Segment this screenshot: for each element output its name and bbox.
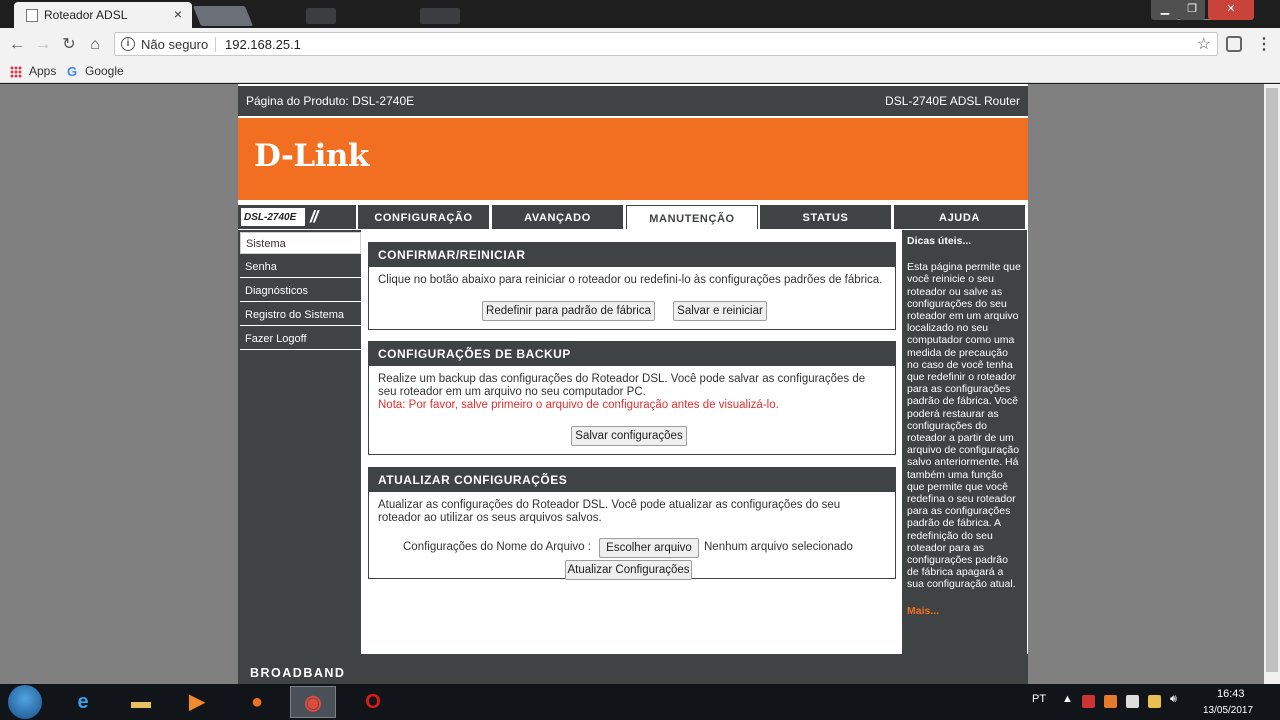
ie-icon[interactable]: e [60, 686, 106, 718]
browser-tab-strip: Roteador ADSL × ▁ ❐ ✕ [0, 0, 1280, 28]
scrollbar-thumb[interactable] [1266, 88, 1278, 672]
update-text: Atualizar as configurações do Roteador D… [378, 499, 841, 524]
file-name-label: Configurações do Nome do Arquivo : [403, 541, 591, 553]
tray-expand-icon[interactable]: ▲ [1062, 693, 1073, 705]
update-section: ATUALIZAR CONFIGURAÇÕES Atualizar as con… [368, 467, 896, 580]
start-button-icon[interactable] [8, 685, 42, 719]
sidebar-item-sistema[interactable]: Sistema [240, 232, 361, 254]
tray-app-icon[interactable] [1126, 695, 1139, 708]
back-arrow-icon[interactable]: ← [6, 34, 28, 56]
no-file-label: Nenhum arquivo selecionado [704, 541, 853, 553]
main-nav: DSL-2740E / / CONFIGURAÇÃO AVANÇADO MANU… [238, 205, 1028, 229]
tray-app-icon[interactable] [1082, 695, 1095, 708]
restore-icon[interactable]: ❐ [1179, 0, 1205, 20]
footer: BROADBAND [238, 654, 1028, 684]
browser-menu-icon[interactable]: ⋮ [1256, 34, 1272, 54]
sidebar-item-registro[interactable]: Registro do Sistema [240, 304, 361, 326]
clock-time[interactable]: 16:43 [1217, 688, 1245, 700]
tray-app-icon[interactable] [1148, 695, 1161, 708]
bookmark-apps[interactable]: Apps [29, 64, 56, 78]
tab-close-icon[interactable]: × [174, 6, 182, 22]
taskbar-thumb-decor [420, 8, 460, 24]
google-icon[interactable]: G [67, 64, 77, 79]
model-tag-label: DSL-2740E [240, 207, 306, 227]
sidebar-item-logoff[interactable]: Fazer Logoff [240, 328, 361, 350]
backup-body: Realize um backup das configurações do R… [369, 366, 895, 419]
browser-toolbar: ← → ↻ ⌂ i Não seguro 192.168.25.1 ☆ ⋮ [0, 28, 1280, 61]
tab-ajuda[interactable]: AJUDA [894, 205, 1025, 229]
backup-section: CONFIGURAÇÕES DE BACKUP Realize um backu… [368, 341, 896, 455]
sidebar-item-diagnosticos[interactable]: Diagnósticos [240, 280, 361, 302]
reboot-section: CONFIRMAR/REINICIAR Clique no botão abai… [368, 242, 896, 330]
update-title: ATUALIZAR CONFIGURAÇÕES [369, 468, 895, 492]
tab-avancado[interactable]: AVANÇADO [492, 205, 623, 229]
url-text[interactable]: 192.168.25.1 [225, 37, 301, 52]
tab-configuracao[interactable]: CONFIGURAÇÃO [358, 205, 489, 229]
brand-banner: D-Link [238, 118, 1028, 200]
address-divider [215, 37, 216, 52]
page-viewport: Página do Produto: DSL-2740E DSL-2740E A… [0, 84, 1280, 684]
bookmarks-bar: Apps G Google [0, 61, 1280, 83]
bookmark-google[interactable]: Google [85, 64, 124, 78]
backup-text: Realize um backup das configurações do R… [378, 373, 866, 398]
chrome-icon[interactable]: ◉ [290, 686, 336, 718]
forward-arrow-icon[interactable]: → [32, 34, 54, 56]
factory-reset-button[interactable]: Redefinir para padrão de fábrica [482, 301, 655, 321]
update-config-button[interactable]: Atualizar Configurações [565, 560, 692, 580]
router-page: Página do Produto: DSL-2740E DSL-2740E A… [238, 84, 1028, 684]
language-indicator[interactable]: PT [1032, 693, 1046, 705]
reboot-text: Clique no botão abaixo para reiniciar o … [378, 274, 883, 286]
vertical-scrollbar[interactable] [1264, 84, 1280, 684]
hints-text: Esta página permite que você reinicie o … [907, 261, 1021, 591]
hints-title: Dicas úteis... [907, 235, 972, 247]
product-name: DSL-2740E ADSL Router [885, 94, 1020, 108]
close-window-icon[interactable]: ✕ [1208, 0, 1254, 20]
dlink-logo: D-Link [254, 138, 369, 174]
address-bar[interactable]: i Não seguro 192.168.25.1 ☆ [114, 32, 1218, 56]
save-reboot-button[interactable]: Salvar e reiniciar [673, 301, 767, 321]
product-page-label: Página do Produto: DSL-2740E [246, 94, 415, 108]
info-icon[interactable]: i [121, 37, 135, 51]
sidebar: Sistema Senha Diagnósticos Registro do S… [238, 230, 361, 654]
tray-app-icon[interactable] [1104, 695, 1117, 708]
sidebar-item-senha[interactable]: Senha [240, 256, 361, 278]
tab-status[interactable]: STATUS [760, 205, 891, 229]
volume-icon[interactable]: 🔊︎ [1170, 693, 1177, 706]
security-label[interactable]: Não seguro [141, 37, 208, 52]
media-player-icon[interactable]: ▶ [174, 686, 220, 718]
reload-icon[interactable]: ↻ [58, 34, 80, 56]
home-icon[interactable]: ⌂ [84, 34, 106, 56]
tab-manutencao[interactable]: MANUTENÇÃO [626, 205, 758, 229]
browser-tab-active[interactable]: Roteador ADSL × [14, 2, 192, 28]
new-tab-button[interactable] [192, 6, 254, 26]
model-tag: DSL-2740E / / [238, 205, 356, 229]
hints-panel: Dicas úteis... Esta página permite que v… [902, 230, 1027, 654]
windows-taskbar: e ▬ ▶ ● ◉ O PT ▲ 🔊︎ 16:43 13/05/2017 [0, 684, 1280, 720]
backup-title: CONFIGURAÇÕES DE BACKUP [369, 342, 895, 366]
explorer-icon[interactable]: ▬ [118, 686, 164, 718]
minimize-icon[interactable]: ▁ [1151, 0, 1179, 20]
screen: Roteador ADSL × ▁ ❐ ✕ ← → ↻ ⌂ i Não segu… [0, 0, 1280, 720]
product-bar: Página do Produto: DSL-2740E DSL-2740E A… [238, 86, 1028, 116]
extension-icon[interactable] [1226, 36, 1242, 52]
backup-note: Nota: Por favor, salve primeiro o arquiv… [378, 399, 779, 411]
taskbar-thumb-decor [306, 8, 336, 24]
page-icon [26, 9, 38, 22]
save-config-button[interactable]: Salvar configurações [571, 426, 687, 446]
firefox-icon[interactable]: ● [234, 686, 280, 718]
bookmark-star-icon[interactable]: ☆ [1197, 34, 1211, 54]
tab-title: Roteador ADSL [44, 8, 128, 22]
reboot-title: CONFIRMAR/REINICIAR [369, 243, 895, 267]
clock-date[interactable]: 13/05/2017 [1203, 705, 1253, 716]
footer-broadband: BROADBAND [250, 666, 346, 680]
slash-decor: / / [310, 207, 318, 226]
choose-file-button[interactable]: Escolher arquivo [599, 538, 699, 558]
opera-icon[interactable]: O [350, 686, 396, 718]
hints-more-link[interactable]: Mais... [907, 605, 1022, 617]
apps-grid-icon[interactable] [10, 66, 22, 78]
